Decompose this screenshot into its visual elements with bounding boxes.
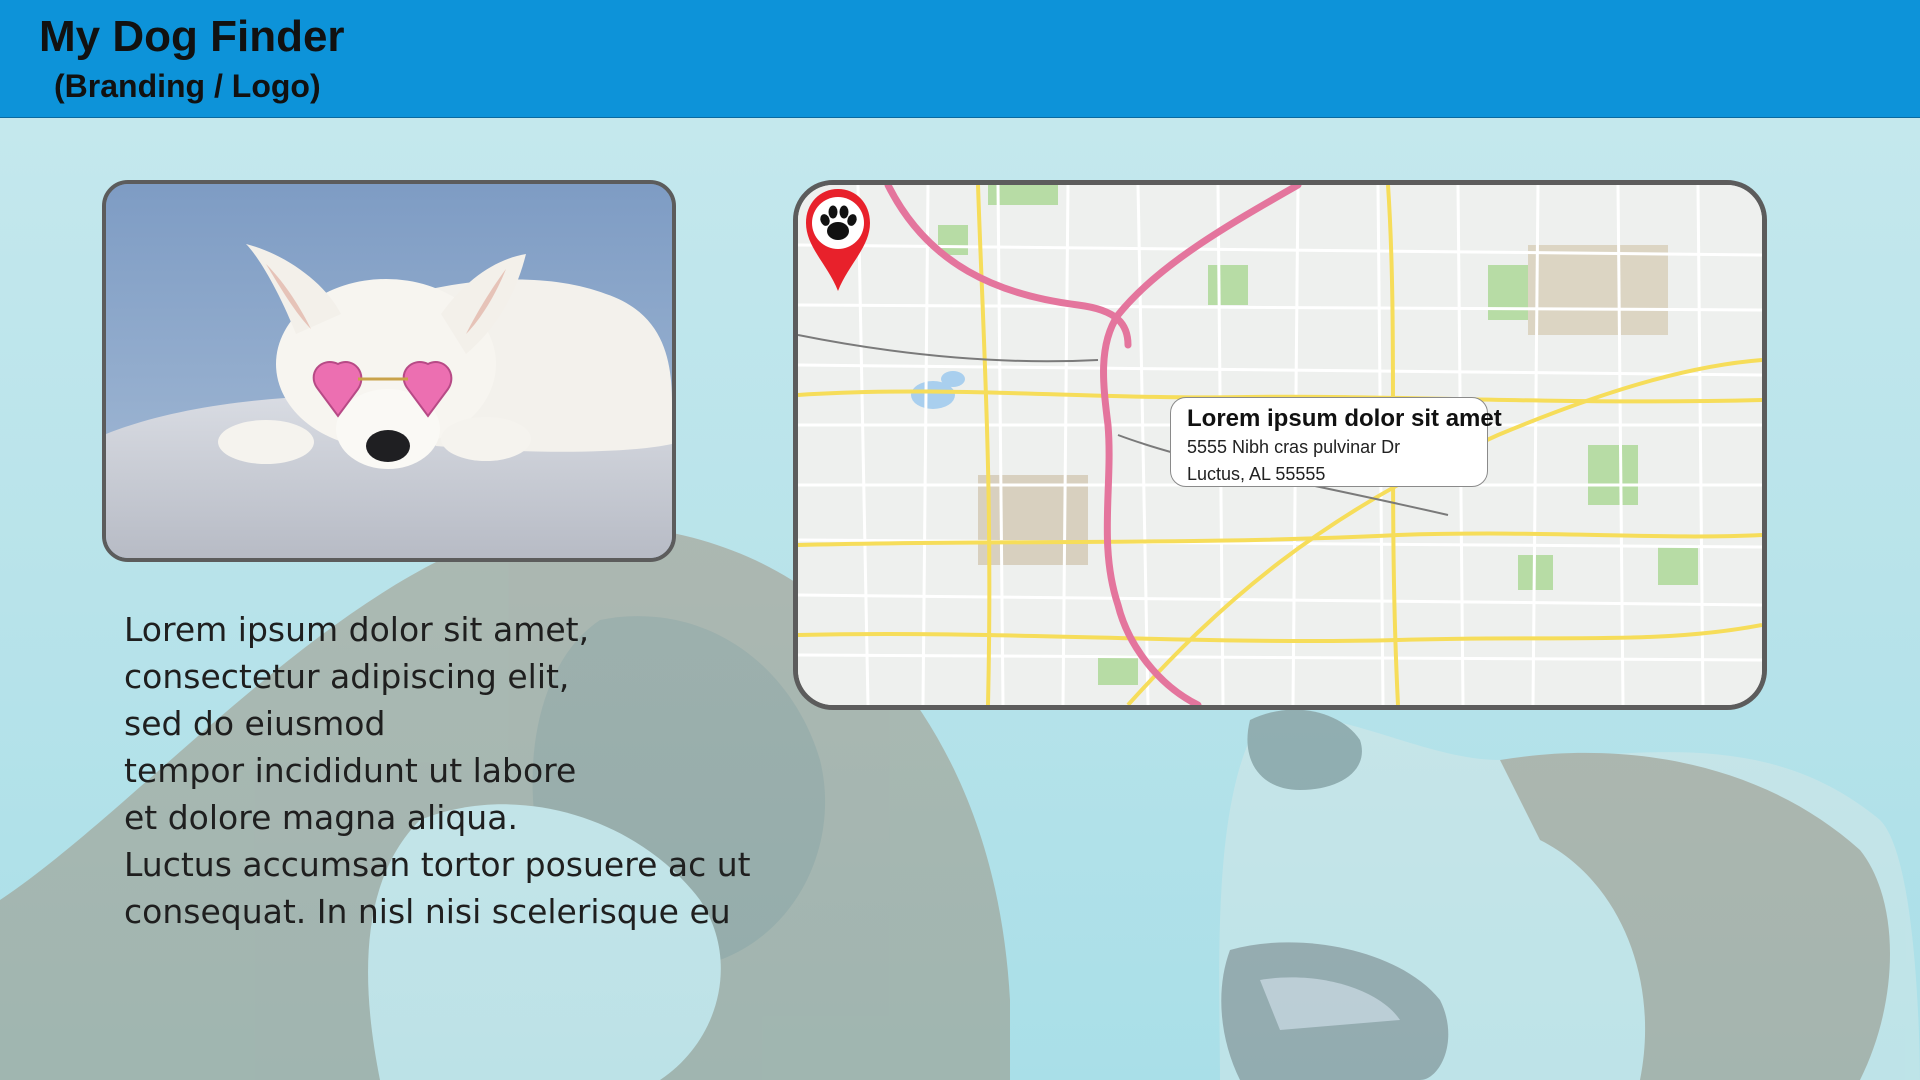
popup-address-line1: 5555 Nibh cras pulvinar Dr — [1187, 437, 1401, 457]
description-line: tempor incididunt ut labore — [124, 751, 577, 790]
location-pin-icon[interactable] — [798, 185, 878, 295]
description-line: Luctus accumsan tortor posuere ac ut — [124, 845, 751, 884]
location-popup[interactable]: Lorem ipsum dolor sit amet 5555 Nibh cra… — [1170, 397, 1502, 487]
brand-title: My Dog Finder — [39, 12, 345, 61]
description-line: consectetur adipiscing elit, — [124, 657, 570, 696]
dog-with-heart-sunglasses-image — [106, 184, 672, 558]
description-line: Lorem ipsum dolor sit amet, — [124, 610, 590, 649]
popup-address-line2: Luctus, AL 55555 — [1187, 464, 1326, 484]
description-text: Lorem ipsum dolor sit amet, consectetur … — [124, 606, 764, 935]
brand-logo-placeholder: (Branding / Logo) — [54, 68, 321, 104]
description-line: sed do eiusmod — [124, 704, 386, 743]
header-bar: My Dog Finder (Branding / Logo) — [0, 0, 1920, 118]
description-line: et dolore magna aliqua. — [124, 798, 518, 837]
dog-photo — [102, 180, 676, 562]
map-view[interactable]: Lorem ipsum dolor sit amet 5555 Nibh cra… — [793, 180, 1767, 710]
description-line: consequat. In nisl nisi scelerisque eu — [124, 892, 731, 931]
popup-title: Lorem ipsum dolor sit amet — [1187, 405, 1502, 432]
